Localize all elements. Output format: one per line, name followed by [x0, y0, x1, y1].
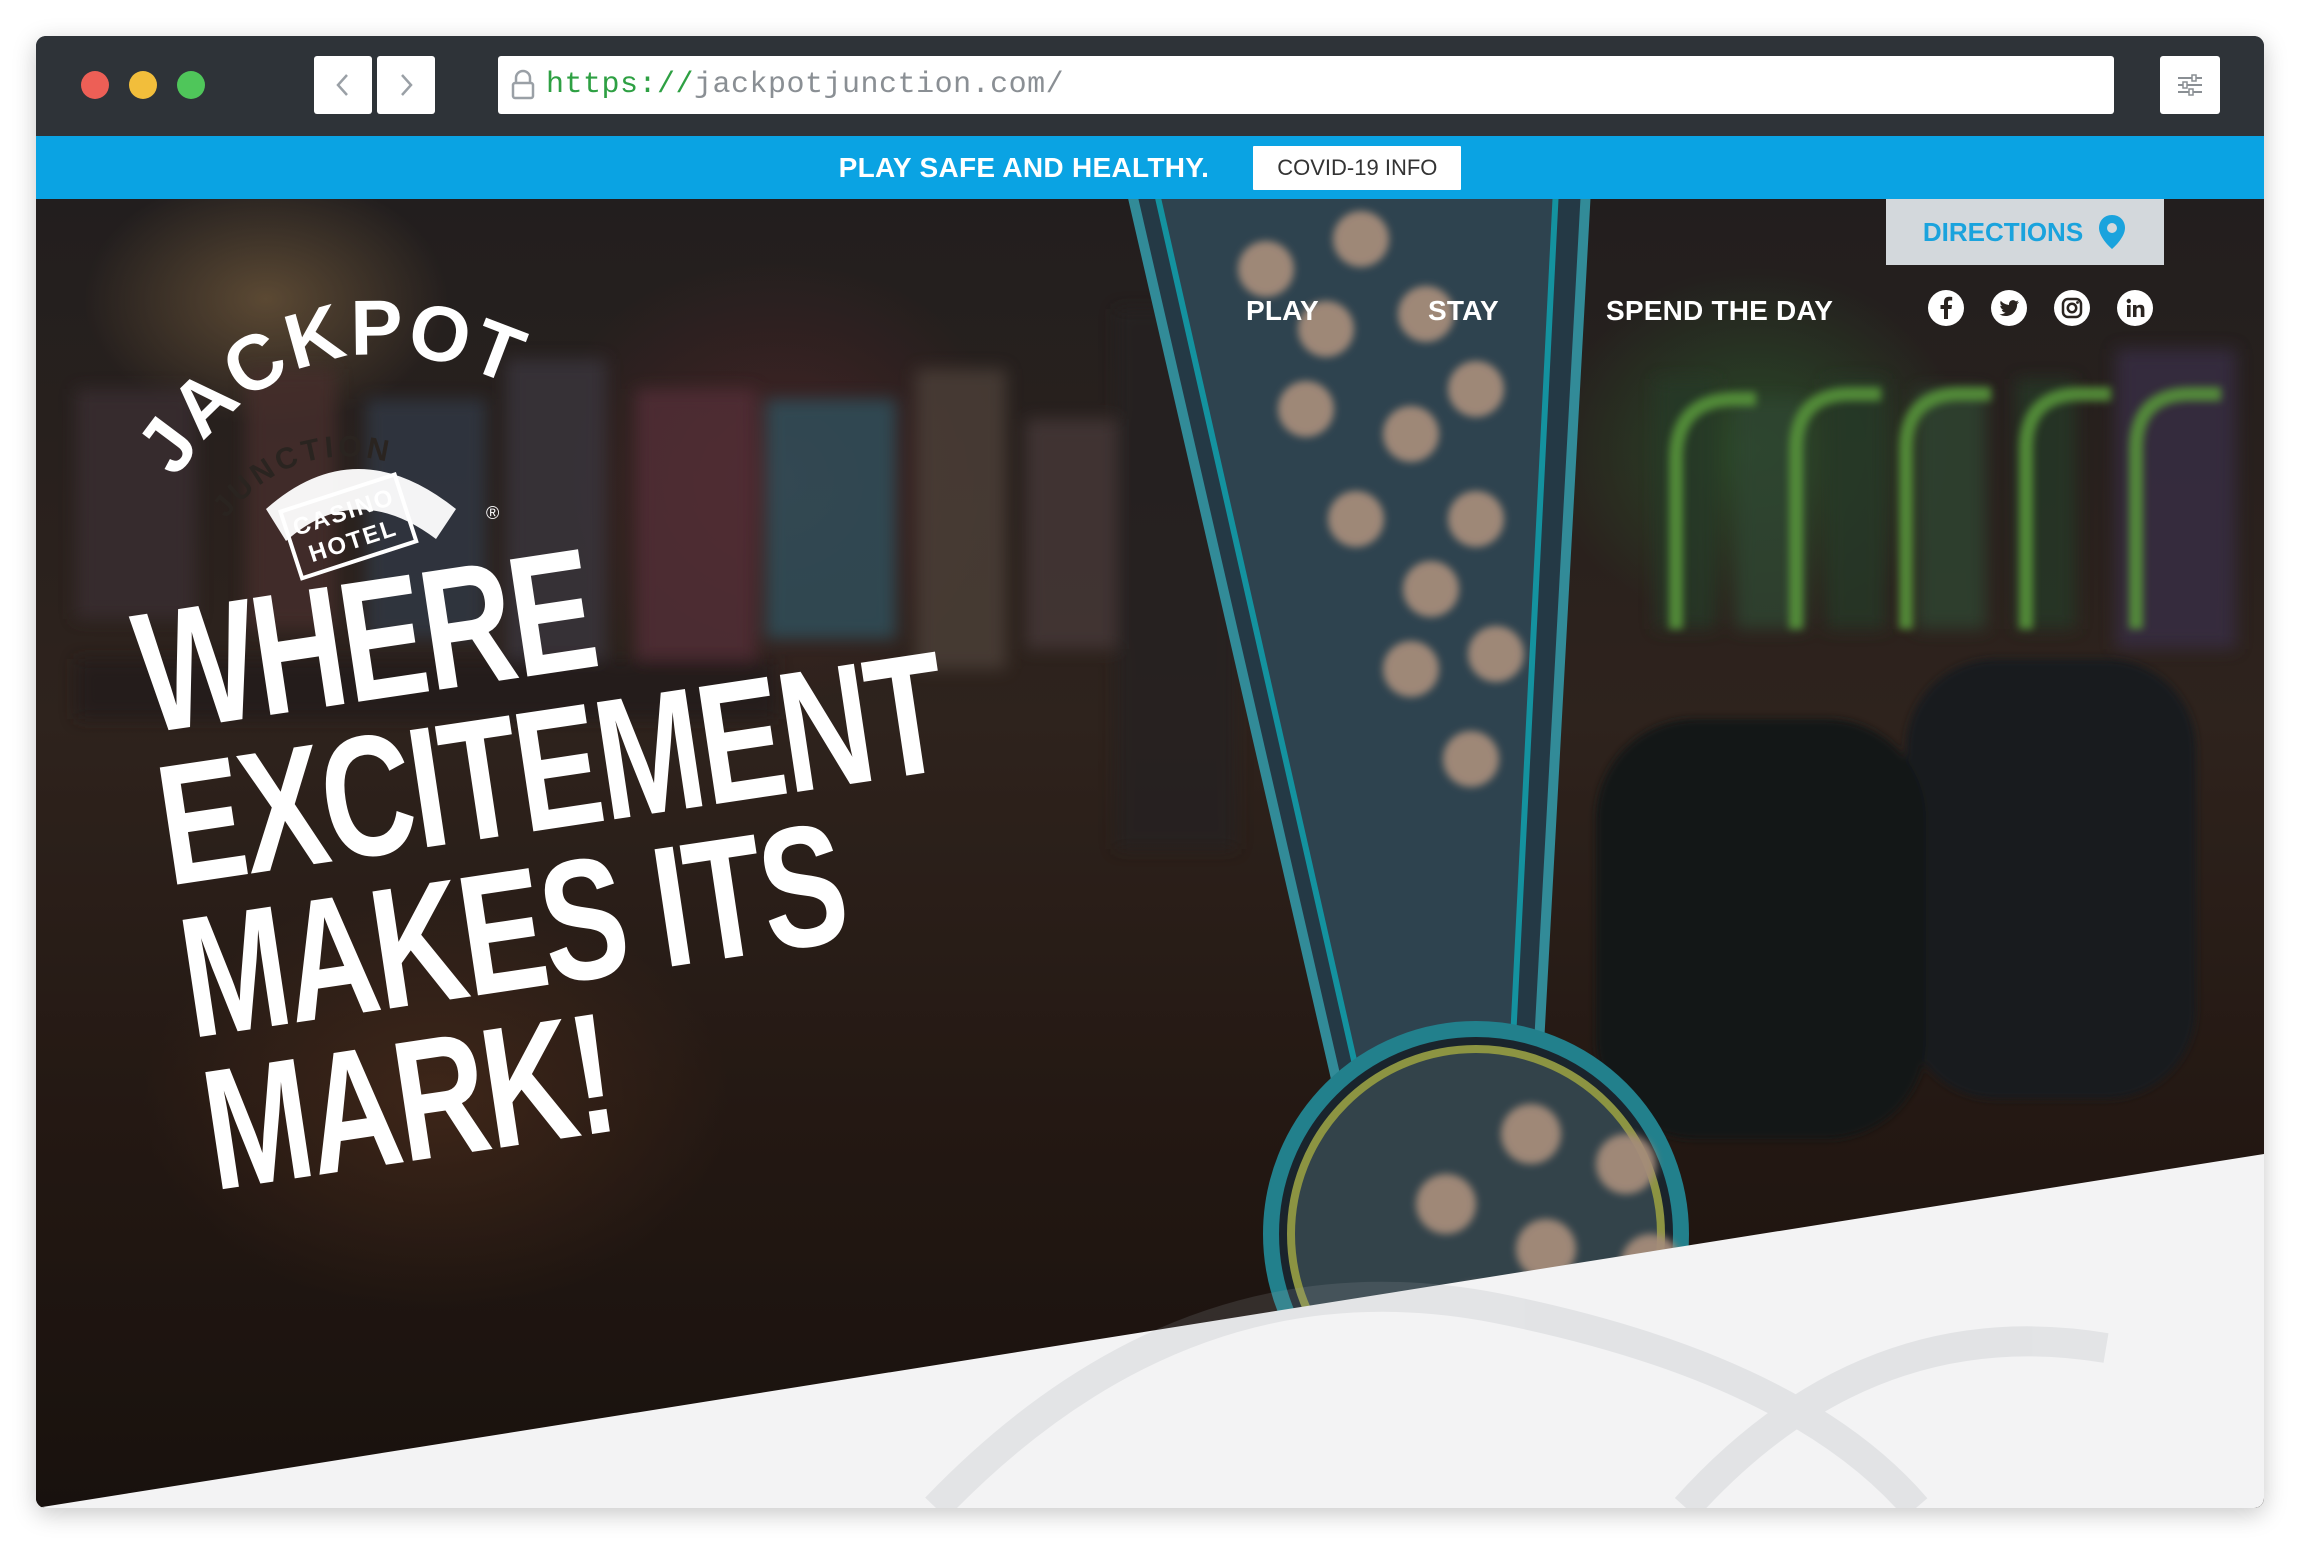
- alert-message: PLAY SAFE AND HEALTHY.: [838, 151, 1210, 183]
- url-scheme: https://: [546, 68, 695, 102]
- browser-settings-button[interactable]: [2160, 56, 2220, 114]
- chevron-right-icon: [401, 74, 413, 96]
- url-text: https://jackpotjunction.com/: [546, 68, 1064, 102]
- registered-mark: ®: [486, 503, 499, 523]
- close-window-button[interactable]: [81, 71, 109, 99]
- back-button[interactable]: [314, 56, 372, 114]
- maximize-window-button[interactable]: [177, 71, 205, 99]
- nav-play-link[interactable]: PLAY: [1246, 295, 1319, 327]
- directions-button[interactable]: DIRECTIONS: [1886, 199, 2164, 265]
- browser-titlebar: https://jackpotjunction.com/: [36, 36, 2264, 136]
- lock-icon: [508, 68, 538, 102]
- covid-alert-bar: PLAY SAFE AND HEALTHY. COVID-19 INFO: [36, 136, 2264, 199]
- map-pin-icon: [2099, 215, 2126, 249]
- covid-info-button[interactable]: COVID-19 INFO: [1253, 145, 1462, 190]
- browser-window: https://jackpotjunction.com/ PLAY SAFE A…: [36, 36, 2264, 1508]
- forward-button[interactable]: [377, 56, 435, 114]
- page-viewport: PLAY SAFE AND HEALTHY. COVID-19 INFO JAC…: [36, 136, 2264, 1508]
- chevron-left-icon: [336, 74, 348, 96]
- linkedin-icon[interactable]: [2116, 289, 2154, 327]
- minimize-window-button[interactable]: [129, 71, 157, 99]
- address-bar[interactable]: https://jackpotjunction.com/: [498, 56, 2114, 114]
- nav-stay-link[interactable]: STAY: [1428, 295, 1499, 327]
- hero-headline: WHERE EXCITEMENT MAKES ITS MARK!: [123, 466, 1107, 1227]
- facebook-icon[interactable]: [1927, 289, 1965, 327]
- directions-label: DIRECTIONS: [1922, 216, 2084, 247]
- sliders-icon: [2178, 74, 2202, 96]
- hero-section: JACKPOT! JUNCTION CASINO HOTEL ® DIRECTI…: [36, 199, 2264, 1508]
- url-host: jackpotjunction.com/: [694, 68, 1065, 102]
- nav-spend-the-day-link[interactable]: SPEND THE DAY: [1606, 295, 1833, 327]
- instagram-icon[interactable]: [2053, 289, 2091, 327]
- twitter-icon[interactable]: [1990, 289, 2028, 327]
